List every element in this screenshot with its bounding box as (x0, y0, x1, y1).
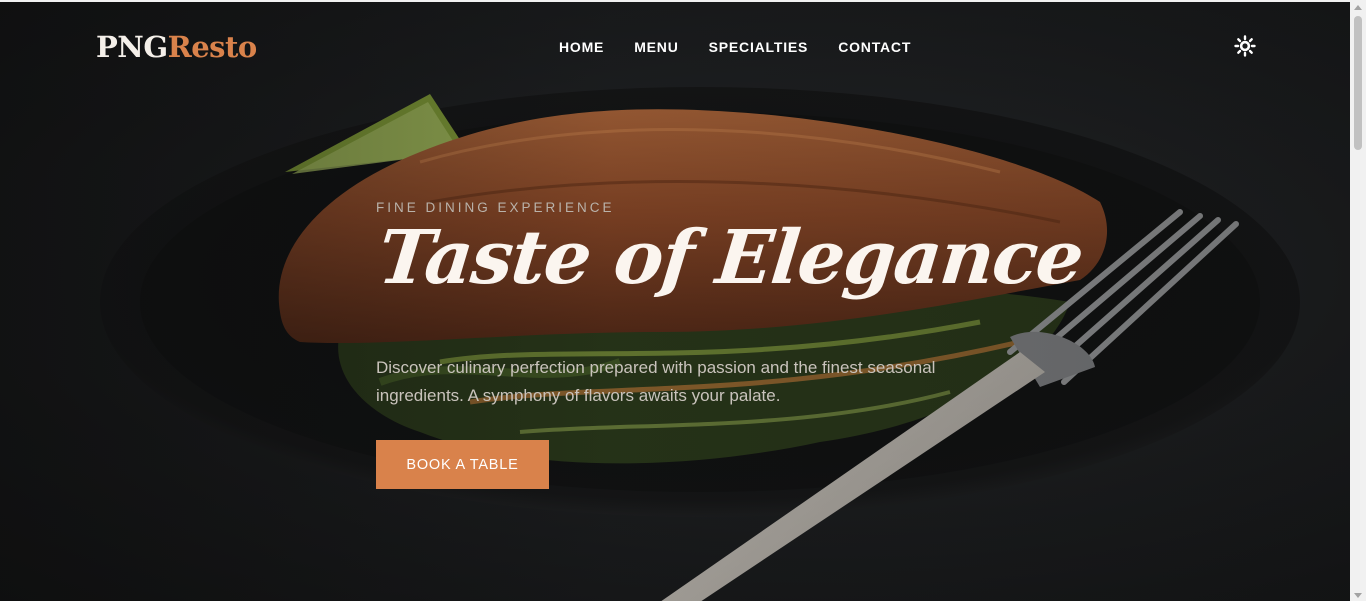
nav-specialties[interactable]: SPECIALTIES (709, 39, 809, 55)
theme-toggle-button[interactable] (1234, 35, 1256, 57)
hero-eyebrow: FINE DINING EXPERIENCE (376, 200, 615, 215)
nav-menu[interactable]: MENU (634, 39, 678, 55)
nav-contact[interactable]: CONTACT (838, 39, 911, 55)
page-scrollbar[interactable] (1350, 2, 1366, 601)
hero-section: PNGResto HOME MENU SPECIALTIES CONTACT F… (0, 2, 1350, 601)
hero-description: Discover culinary perfection prepared wi… (376, 358, 936, 405)
sun-icon (1234, 35, 1256, 57)
scrollbar-thumb[interactable] (1354, 16, 1362, 150)
brand-logo[interactable]: PNGResto (96, 30, 257, 64)
scroll-up-arrow-icon[interactable] (1354, 5, 1362, 10)
book-a-table-button[interactable]: BOOK A TABLE (376, 440, 549, 489)
hero-headline: Taste of Elegance (374, 215, 1087, 301)
brand-name-main: PNG (96, 30, 168, 64)
brand-name-accent: Resto (167, 30, 258, 64)
scroll-down-arrow-icon[interactable] (1354, 593, 1362, 598)
nav-home[interactable]: HOME (559, 39, 604, 55)
main-nav: HOME MENU SPECIALTIES CONTACT (559, 39, 911, 55)
